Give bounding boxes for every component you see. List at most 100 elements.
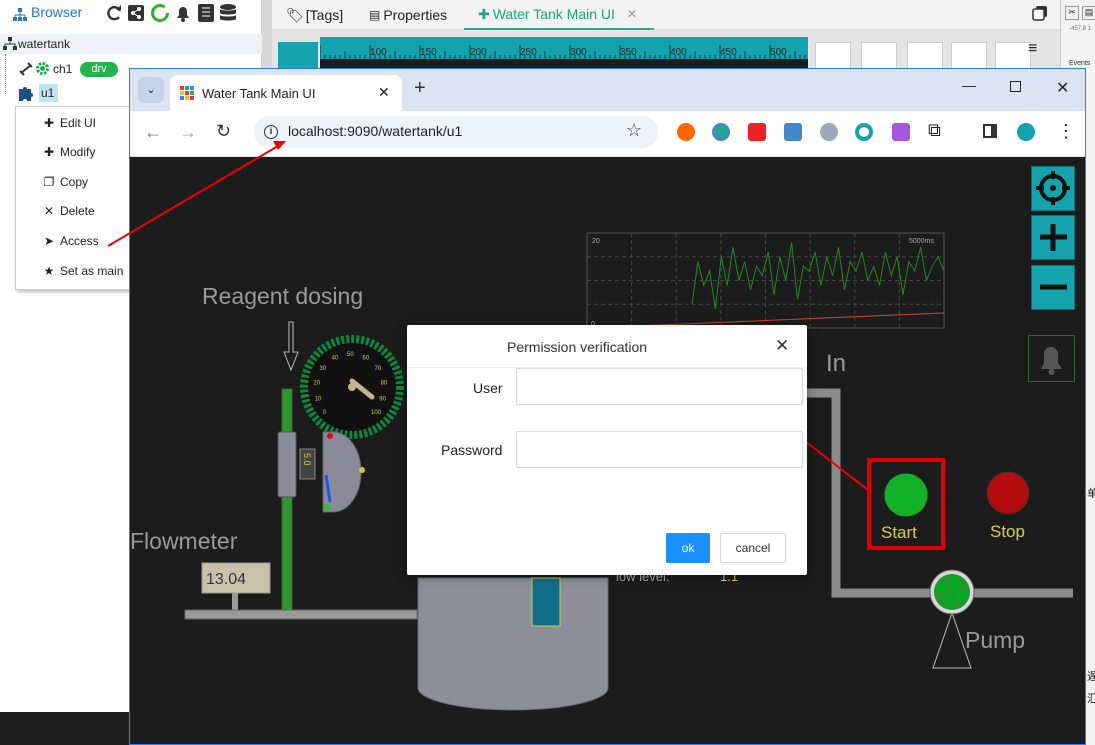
password-input[interactable]: [516, 431, 803, 468]
ruler-tick-label: 250: [520, 47, 537, 58]
reload-icon[interactable]: ↻: [216, 121, 231, 142]
ruler-tick-label: 500: [770, 47, 787, 58]
start-button: [883, 472, 929, 518]
address-bar[interactable]: i localhost:9090/watertank/u1 ☆: [254, 116, 658, 148]
maximize-icon[interactable]: [1010, 81, 1021, 92]
puzzle-icon[interactable]: ⧉: [928, 120, 941, 141]
gauge-tick-label: 40: [332, 356, 339, 362]
chrome-tabstrip: ⌄ Water Tank Main UI ✕ + — ✕: [130, 69, 1085, 111]
tab-tags[interactable]: 🏷 [Tags]: [286, 0, 343, 30]
translate-icon[interactable]: [784, 123, 802, 141]
ruler-tick-label: 400: [670, 47, 687, 58]
alarm-button[interactable]: [1028, 335, 1075, 382]
menu-item-modify[interactable]: ✚ Modify: [16, 138, 134, 166]
tab-properties[interactable]: ▤ Properties: [369, 0, 447, 30]
extension-icon[interactable]: [677, 123, 695, 141]
menu-item-set-as-main[interactable]: ★ Set as main: [16, 257, 134, 285]
address-text[interactable]: localhost:9090/watertank/u1: [288, 123, 462, 139]
side-char-3: 汇: [1087, 693, 1095, 705]
tab-water-tank-main-ui[interactable]: ✚ Water Tank Main UI ✕: [464, 0, 654, 30]
events-label[interactable]: Events: [1069, 60, 1090, 67]
chrome-tab-active[interactable]: Water Tank Main UI ✕: [170, 75, 402, 111]
stop-label: Stop: [990, 522, 1025, 541]
back-arrow-icon[interactable]: ←: [144, 122, 162, 143]
menu-item-access[interactable]: ➤ Access: [16, 227, 134, 255]
tag-icon: 🏷: [286, 6, 304, 23]
star-icon: ★: [43, 264, 55, 278]
gauge-tick-label: 60: [362, 356, 369, 362]
refresh-icon[interactable]: [104, 3, 124, 23]
menu-item-label: Copy: [60, 175, 89, 189]
zoom-out-button[interactable]: [1031, 265, 1075, 310]
profile-avatar[interactable]: [1017, 123, 1035, 141]
tank-level-bar: [531, 577, 561, 627]
extension-icon[interactable]: [748, 123, 766, 141]
menu-item-copy[interactable]: ❐ Copy: [16, 168, 134, 196]
password-label: Password: [441, 442, 503, 458]
new-tab-button[interactable]: +: [414, 77, 426, 100]
window-icon[interactable]: [1032, 5, 1048, 21]
ruler-tick-label: 300: [570, 47, 587, 58]
coordinate-readout: -457,8 1: [1069, 26, 1092, 32]
gauge-tick-label: 30: [320, 366, 327, 372]
cut-icon[interactable]: ✂: [1065, 6, 1079, 20]
gauge-tick-label: 80: [381, 381, 388, 387]
bell-icon[interactable]: [173, 3, 193, 23]
gauge-tick-label: 10: [315, 397, 322, 403]
browser-panel-title: Browser: [31, 4, 83, 20]
tab-close-icon[interactable]: ✕: [378, 84, 390, 101]
background-dark-strip: [0, 712, 130, 745]
status-ring-icon[interactable]: [150, 3, 170, 23]
paste-icon[interactable]: ▤: [1082, 6, 1095, 20]
outlet-pipe: [806, 388, 1073, 598]
info-icon[interactable]: i: [264, 125, 278, 139]
cut-icon[interactable]: [907, 42, 943, 70]
tab-search-button[interactable]: ⌄: [138, 77, 164, 103]
paste-icon[interactable]: [951, 42, 987, 70]
tab-close-icon[interactable]: ✕: [627, 7, 637, 21]
context-menu: ✚ Edit UI ✚ Modify ❐ Copy ✕ Delete ➤ Access ★…: [15, 106, 133, 290]
minimize-icon[interactable]: —: [962, 77, 976, 93]
ruler-tick-label: 200: [470, 47, 487, 58]
forward-arrow-icon[interactable]: →: [179, 122, 197, 143]
side-panel-icon[interactable]: [983, 124, 997, 138]
bookmark-star-icon[interactable]: ☆: [626, 120, 642, 141]
ruler-tick-label: 100: [370, 47, 387, 58]
extension-icon[interactable]: [855, 123, 873, 141]
close-icon[interactable]: [995, 42, 1031, 70]
chrome-toolbar: ← → ↻ i localhost:9090/watertank/u1 ☆ ⧉ …: [130, 111, 1085, 157]
pump-label: Pump: [965, 627, 1025, 653]
user-input[interactable]: [516, 368, 803, 405]
extension-icon[interactable]: [820, 123, 838, 141]
tab-label: Water Tank Main UI: [492, 6, 615, 22]
more-menu-icon[interactable]: ⋮: [1057, 121, 1075, 142]
user-label: User: [473, 380, 503, 396]
close-window-icon[interactable]: ✕: [1056, 78, 1069, 98]
book-icon[interactable]: [196, 3, 216, 23]
extension-icon[interactable]: [892, 123, 910, 141]
plus-icon: [1040, 224, 1067, 251]
share-icon[interactable]: [127, 3, 145, 23]
inlet-pipe: [184, 609, 418, 620]
trend-ymax: 20: [592, 238, 600, 245]
dialog-header: Permission verification ✕: [407, 325, 807, 368]
minus-icon: [1040, 284, 1067, 290]
flow-value: 13.04: [206, 571, 246, 588]
menu-icon[interactable]: ≡: [1028, 40, 1037, 58]
ok-button[interactable]: ok: [666, 533, 710, 563]
save-icon[interactable]: [815, 42, 851, 70]
dosing-pipe: [281, 388, 293, 612]
menu-item-edit-ui[interactable]: ✚ Edit UI: [16, 109, 134, 137]
tree-item-watertank[interactable]: watertank: [0, 34, 262, 54]
copy-icon[interactable]: [861, 42, 897, 70]
locate-button[interactable]: [1031, 166, 1075, 211]
menu-item-delete[interactable]: ✕ Delete: [16, 197, 134, 225]
zoom-in-button[interactable]: [1031, 215, 1075, 260]
extension-icon[interactable]: [712, 123, 730, 141]
close-icon[interactable]: ✕: [775, 336, 789, 356]
puzzle-icon: [17, 84, 35, 102]
trend-xlabel: 5000ms: [909, 238, 934, 245]
database-icon[interactable]: [218, 3, 238, 23]
cancel-button[interactable]: cancel: [720, 533, 786, 563]
stop-button: [986, 471, 1030, 515]
